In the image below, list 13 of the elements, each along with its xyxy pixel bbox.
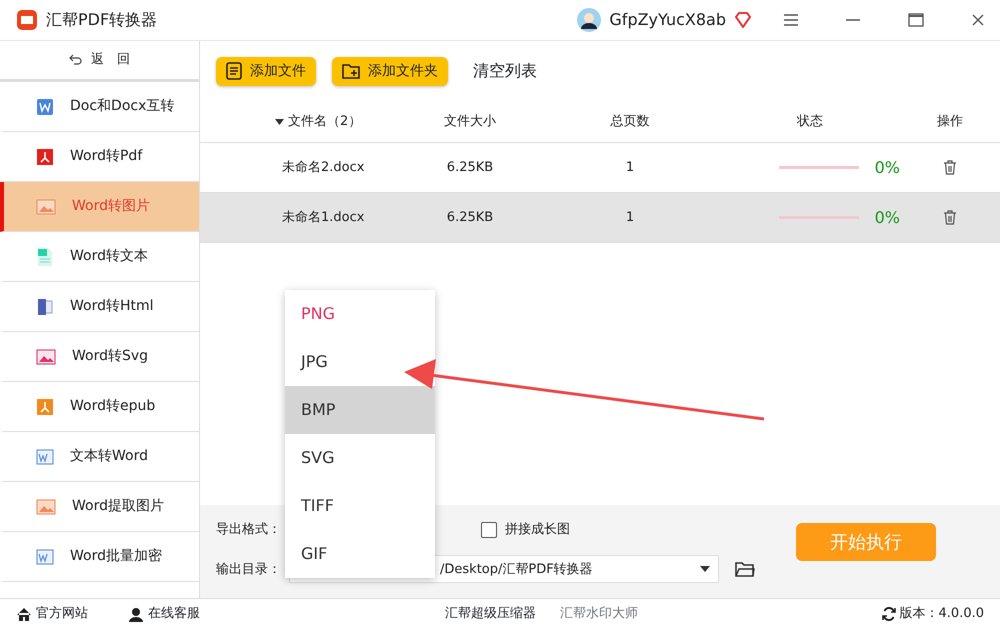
table-cell: 6.25KB: [446, 160, 494, 175]
table-cell: 未命名1.docx: [282, 210, 364, 225]
window-title: 汇帮PDF转换器: [46, 9, 158, 31]
progress-percent: 0%: [874, 206, 900, 228]
table-cell: 1: [626, 210, 634, 225]
table-cell: 1: [626, 160, 634, 175]
field-label: 导出格式：: [216, 520, 281, 539]
field-label: 输出目录：: [216, 560, 281, 578]
progress-percent: 0%: [874, 156, 900, 178]
username: GfpZyYucX8ab: [609, 9, 726, 31]
version-label: 版本：4.0.0.0: [900, 605, 984, 624]
table-cell: 6.25KB: [446, 210, 494, 225]
table-cell: 未命名2.docx: [282, 160, 364, 175]
